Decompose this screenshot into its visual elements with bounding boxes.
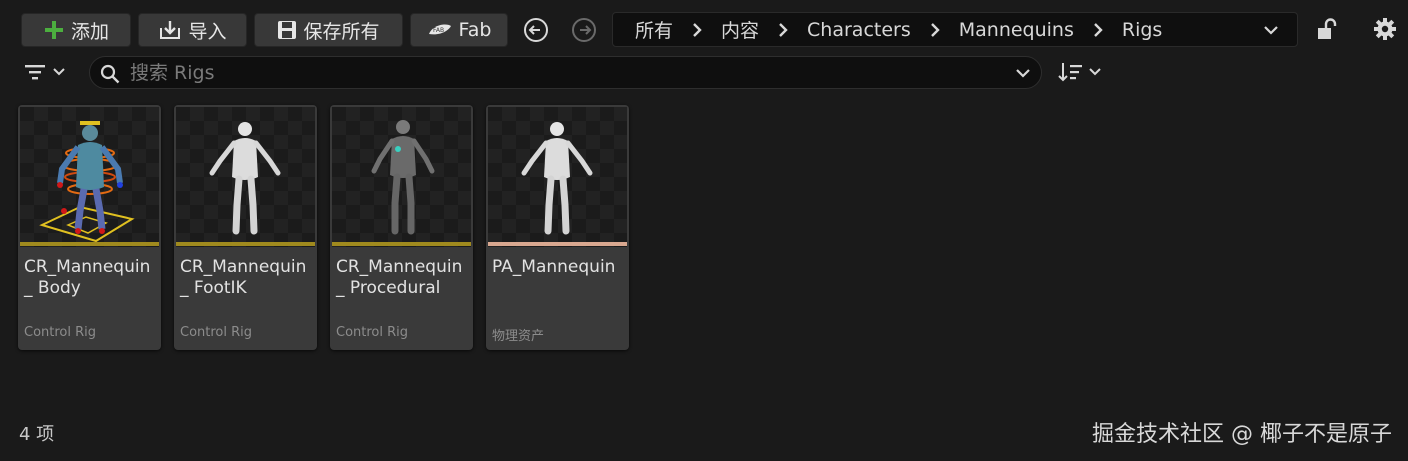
search-input[interactable]: [130, 61, 990, 85]
forward-arrow-icon: [572, 18, 596, 42]
asset-name: PA_Mannequin: [492, 257, 616, 277]
breadcrumb-item-content[interactable]: 内容: [721, 16, 759, 43]
unlocked-lock-icon: [1318, 18, 1337, 39]
plus-icon: [43, 19, 65, 41]
asset-type-color-bar: [488, 242, 627, 246]
path-breadcrumb: 所有 内容 Characters Mannequins Rigs: [612, 12, 1298, 47]
asset-type-color-bar: [332, 242, 471, 246]
asset-type: 物理资产: [492, 329, 545, 344]
gear-icon: [1374, 18, 1396, 40]
fab-button[interactable]: FAB Fab: [410, 13, 508, 47]
svg-text:FAB: FAB: [433, 27, 444, 34]
search-history-dropdown[interactable]: [1015, 65, 1031, 85]
breadcrumb-item-mannequins[interactable]: Mannequins: [959, 19, 1074, 41]
asset-name: CR_Mannequin_ Body: [24, 257, 151, 298]
fab-button-label: Fab: [458, 19, 492, 41]
breadcrumb-item-characters[interactable]: Characters: [807, 19, 911, 41]
asset-tile[interactable]: CR_Mannequin_ Body Control Rig: [18, 105, 161, 350]
add-button[interactable]: 添加: [21, 13, 131, 47]
asset-thumbnail: [488, 107, 627, 247]
chevron-right-icon[interactable]: [692, 22, 702, 38]
chevron-down-icon: [1016, 69, 1030, 78]
chevron-down-icon: [1264, 26, 1278, 35]
breadcrumb-item-all[interactable]: 所有: [635, 16, 673, 43]
settings-button[interactable]: [1372, 16, 1398, 42]
breadcrumb-item-rigs[interactable]: Rigs: [1122, 19, 1162, 41]
import-button-label: 导入: [188, 20, 227, 43]
asset-type: Control Rig: [336, 325, 409, 340]
add-button-label: 添加: [70, 20, 109, 43]
item-count: 4 项: [19, 424, 55, 445]
asset-tile[interactable]: CR_Mannequin_ Procedural Control Rig: [330, 105, 473, 350]
path-history-dropdown[interactable]: [1263, 22, 1279, 42]
save-all-button-label: 保存所有: [303, 20, 380, 43]
asset-type: Control Rig: [24, 325, 97, 340]
chevron-down-icon: [53, 68, 65, 76]
chevron-down-icon: [1089, 68, 1101, 76]
search-icon: [100, 64, 120, 88]
watermark: 掘金技术社区 @ 椰子不是原子: [1092, 422, 1392, 447]
asset-thumbnail: [20, 107, 159, 247]
filter-button[interactable]: [24, 59, 74, 85]
sort-button[interactable]: [1058, 59, 1106, 85]
back-button[interactable]: [523, 17, 549, 43]
fab-icon: FAB: [427, 22, 453, 38]
asset-name: CR_Mannequin_ Procedural: [336, 257, 463, 298]
asset-name: CR_Mannequin_ FootIK: [180, 257, 307, 298]
chevron-right-icon[interactable]: [1093, 22, 1103, 38]
content-browser-toolbar: 添加 导入 保存所有 FAB Fab 所有 内容 Characters Mann…: [0, 0, 1408, 56]
chevron-right-icon[interactable]: [930, 22, 940, 38]
lock-button[interactable]: [1314, 16, 1340, 42]
asset-type-color-bar: [20, 242, 159, 246]
white-mannequin-thumbnail: [521, 122, 593, 235]
save-all-button[interactable]: 保存所有: [254, 13, 403, 47]
asset-tile[interactable]: CR_Mannequin_ FootIK Control Rig: [174, 105, 317, 350]
sort-icon: [1058, 63, 1082, 82]
chevron-right-icon[interactable]: [778, 22, 788, 38]
asset-type-color-bar: [176, 242, 315, 246]
import-icon: [158, 19, 182, 41]
asset-thumbnail: [176, 107, 315, 247]
asset-tile[interactable]: PA_Mannequin 物理资产: [486, 105, 629, 350]
filter-icon: [25, 65, 45, 80]
asset-type: Control Rig: [180, 325, 253, 340]
import-button[interactable]: 导入: [138, 13, 247, 47]
save-icon: [277, 20, 297, 40]
search-box[interactable]: [89, 56, 1042, 89]
dark-mannequin-thumbnail: [371, 120, 435, 235]
control-rig-mannequin-thumbnail: [39, 121, 135, 243]
white-mannequin-thumbnail: [209, 122, 281, 235]
asset-thumbnail: [332, 107, 471, 247]
forward-button[interactable]: [571, 17, 597, 43]
back-arrow-icon: [524, 18, 548, 42]
